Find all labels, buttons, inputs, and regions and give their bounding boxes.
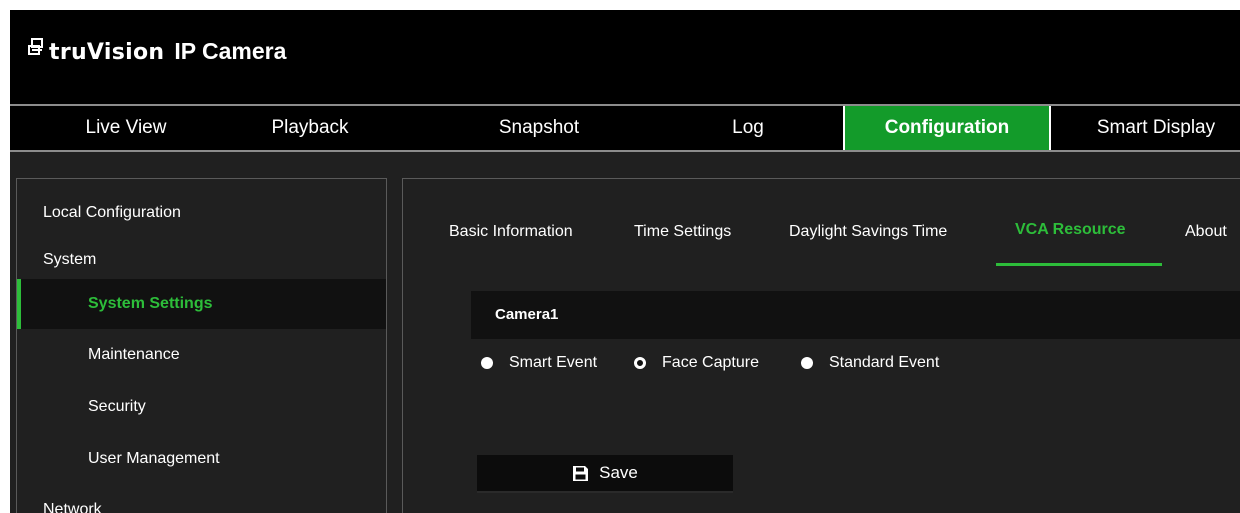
header: truVision IP Camera <box>10 10 1240 104</box>
main-panel: Basic Information Time Settings Daylight… <box>402 178 1240 513</box>
nav-playback[interactable]: Playback <box>230 106 390 150</box>
sidebar-item-security[interactable]: Security <box>17 382 386 432</box>
brand-name: truVision <box>49 40 165 65</box>
vca-resource-options: Smart Event Face Capture Standard Event <box>471 351 939 375</box>
radio-smart-event[interactable]: Smart Event <box>481 354 597 372</box>
camera-label: Camera1 <box>495 306 559 323</box>
camera-header: Camera1 <box>471 291 1240 339</box>
radio-label-face-capture: Face Capture <box>662 354 759 371</box>
app-window: truVision IP Camera Live View Playback S… <box>10 10 1240 513</box>
nav-smart-display[interactable]: Smart Display <box>1072 106 1240 150</box>
radio-unchecked-icon[interactable] <box>481 357 493 369</box>
sidebar: Local Configuration System System Settin… <box>16 178 387 513</box>
radio-face-capture[interactable]: Face Capture <box>634 354 759 372</box>
tab-basic-information[interactable]: Basic Information <box>449 223 573 241</box>
save-button-label: Save <box>599 463 638 482</box>
floppy-disk-icon <box>573 465 589 481</box>
tab-daylight-savings-time[interactable]: Daylight Savings Time <box>789 223 947 241</box>
nav-configuration[interactable]: Configuration <box>843 106 1051 150</box>
truvision-logo-icon <box>28 38 43 55</box>
sidebar-item-maintenance[interactable]: Maintenance <box>17 330 386 380</box>
tab-about[interactable]: About <box>1185 223 1227 241</box>
nav-live-view[interactable]: Live View <box>46 106 206 150</box>
radio-label-smart-event: Smart Event <box>509 354 598 371</box>
tab-time-settings[interactable]: Time Settings <box>634 223 731 241</box>
sidebar-item-network[interactable]: Network <box>17 485 386 513</box>
sidebar-item-system-settings[interactable]: System Settings <box>17 279 386 329</box>
save-button[interactable]: Save <box>477 455 733 493</box>
radio-label-standard-event: Standard Event <box>828 354 940 371</box>
sidebar-item-system[interactable]: System <box>17 235 386 285</box>
logo: truVision IP Camera <box>28 38 286 65</box>
radio-unchecked-icon[interactable] <box>800 357 813 369</box>
nav-snapshot[interactable]: Snapshot <box>459 106 619 150</box>
nav-divider <box>10 150 1240 152</box>
radio-standard-event[interactable]: Standard Event <box>800 354 940 372</box>
product-name: IP Camera <box>174 38 287 64</box>
active-tab-indicator <box>996 263 1162 266</box>
sidebar-item-local-configuration[interactable]: Local Configuration <box>17 188 386 238</box>
radio-checked-icon[interactable] <box>634 357 647 369</box>
tab-vca-resource[interactable]: VCA Resource <box>1015 221 1126 239</box>
sidebar-item-user-management[interactable]: User Management <box>17 434 386 484</box>
main-nav: Live View Playback Snapshot Log Configur… <box>10 106 1240 150</box>
nav-log[interactable]: Log <box>668 106 828 150</box>
